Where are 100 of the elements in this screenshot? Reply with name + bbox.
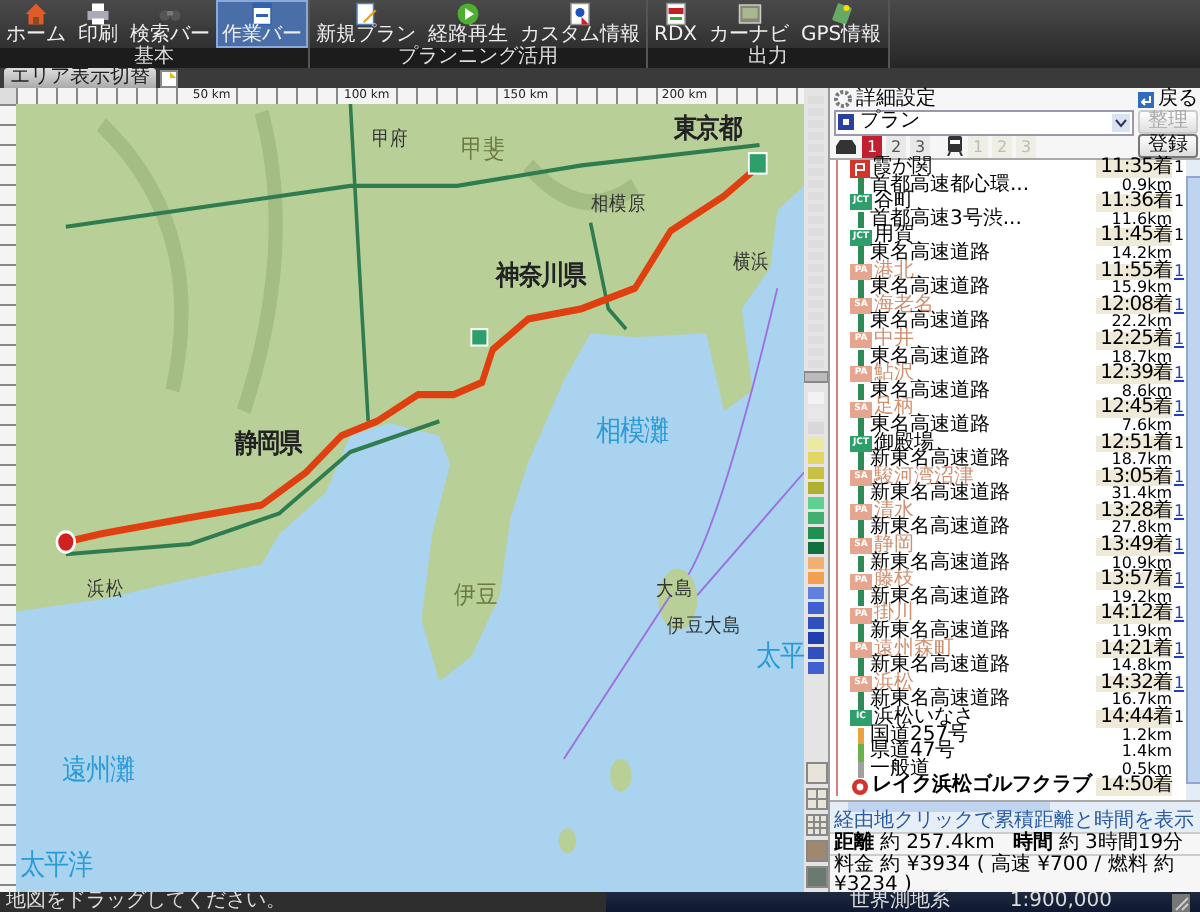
stop-link[interactable]: 1 bbox=[1172, 331, 1186, 350]
segment-distance: 19.2km bbox=[1111, 589, 1172, 606]
map-mode-icon[interactable] bbox=[805, 866, 827, 888]
stop-link[interactable]: 1 bbox=[1172, 469, 1186, 487]
stop-number: 1 bbox=[1172, 194, 1186, 212]
waypoint-name: レイク浜松ゴルフクラブ bbox=[872, 778, 1095, 796]
distance-label: 距離 bbox=[834, 834, 874, 854]
road-name: 首都高速3号渋... bbox=[870, 211, 1024, 229]
road-name: 東名高速道路 bbox=[870, 280, 992, 298]
waypoint-name: 駿河湾沼津 bbox=[874, 469, 974, 487]
geodetic-datum: 世界測地系 bbox=[849, 892, 950, 912]
arrival-time: 11:35着 bbox=[1096, 160, 1172, 178]
road-name: 新東名高速道路 bbox=[870, 692, 1012, 710]
stop-link[interactable]: 1 bbox=[1172, 366, 1186, 384]
total-distance: 約 257.4km bbox=[880, 834, 995, 854]
stop-number: 1 bbox=[1172, 228, 1186, 246]
gear-icon bbox=[834, 90, 852, 108]
arrival-time: 12:51着 bbox=[1096, 435, 1172, 453]
document-icon bbox=[564, 2, 596, 26]
stop-link[interactable]: 1 bbox=[1172, 297, 1186, 315]
map-mode-icon[interactable] bbox=[805, 840, 827, 862]
waypoint-name: 清水 bbox=[874, 503, 914, 521]
map-mode-icon[interactable] bbox=[805, 762, 827, 784]
toolbar-button[interactable]: カスタム情報 bbox=[514, 0, 646, 48]
waypoint-name: 静岡 bbox=[874, 538, 914, 556]
total-time: 約 3時間19分 bbox=[1058, 834, 1184, 854]
toolbar-group-label: プランニング活用 bbox=[310, 48, 646, 68]
waypoint-name: 御殿場 bbox=[874, 435, 934, 453]
waypoint-name: 港北 bbox=[874, 263, 914, 281]
segment-distance: 14.2km bbox=[1111, 245, 1172, 262]
route-tab[interactable]: 2 bbox=[886, 135, 906, 157]
rest-area-marker-icon bbox=[470, 328, 489, 347]
map-label: 東京都 bbox=[674, 111, 741, 144]
segment-distance: 10.9km bbox=[1111, 555, 1172, 572]
road-name: 首都高速都心環... bbox=[870, 177, 1032, 195]
toolbar-button[interactable]: ホーム bbox=[0, 0, 72, 48]
map-mode-icon[interactable] bbox=[805, 788, 827, 810]
toolbar-button[interactable]: RDX bbox=[648, 0, 703, 48]
map-label: 太平洋 bbox=[19, 850, 92, 883]
map-label: 大島 bbox=[656, 578, 694, 602]
stop-link[interactable]: 1 bbox=[1172, 675, 1186, 693]
house-icon bbox=[20, 2, 52, 26]
segment-distance: 1.4km bbox=[1119, 744, 1172, 761]
goal-marker-icon bbox=[55, 530, 77, 554]
horizontal-scrollbar[interactable] bbox=[830, 802, 1200, 812]
route-tab[interactable]: 1 bbox=[862, 135, 882, 157]
waypoint-row[interactable]: レイク浜松ゴルフクラブ 14:50着 bbox=[830, 778, 1186, 796]
arrival-time: 14:50着 bbox=[1096, 778, 1172, 796]
road-name: 東名高速道路 bbox=[870, 417, 992, 435]
toolbar-button[interactable]: 新規プラン bbox=[310, 0, 422, 48]
waypoint-name: 谷町 bbox=[874, 194, 914, 212]
arrival-time: 12:45着 bbox=[1096, 400, 1172, 418]
segment-distance: 1.2km bbox=[1119, 727, 1172, 744]
map-label: 静岡県 bbox=[234, 426, 302, 459]
goal-flag-icon bbox=[850, 778, 870, 797]
map-tab[interactable]: エリア表示切替 bbox=[4, 68, 156, 88]
map-label: 伊豆 bbox=[453, 579, 499, 610]
note-icon[interactable] bbox=[160, 69, 178, 87]
road-name: 新東名高速道路 bbox=[870, 658, 1012, 676]
status-message: 地図をドラッグしてください。 bbox=[0, 892, 606, 912]
dropdown-caret-icon bbox=[1112, 113, 1130, 131]
resize-grip-icon bbox=[1172, 893, 1190, 911]
device-icon bbox=[733, 2, 765, 26]
stop-link[interactable]: 1 bbox=[1172, 572, 1186, 590]
route-tab[interactable]: 3 bbox=[910, 135, 930, 157]
time-label: 時間 bbox=[1012, 834, 1053, 854]
map-label: 神奈川県 bbox=[496, 258, 586, 291]
register-button[interactable]: 登録 bbox=[1138, 134, 1198, 158]
stop-link[interactable]: 1 bbox=[1172, 503, 1186, 521]
toolbar-button[interactable]: 印刷 bbox=[72, 0, 124, 48]
segment-distance: 8.6km bbox=[1121, 383, 1172, 400]
stop-link[interactable]: 1 bbox=[1172, 263, 1186, 281]
stop-link[interactable]: 1 bbox=[1172, 606, 1186, 625]
map[interactable]: 甲府 甲斐 相模原 神奈川県 静岡県 東京都 横浜 相模灘 伊豆 大島 伊豆大島 浜松 遠州灘 太平洋 太平 bbox=[16, 104, 804, 892]
panel-title: 詳細設定 bbox=[856, 88, 938, 110]
map-mode-icon[interactable] bbox=[805, 814, 827, 836]
plan-icon bbox=[838, 114, 854, 130]
road-name: 新東名高速道路 bbox=[870, 555, 1012, 573]
stop-link[interactable]: 1 bbox=[1172, 641, 1186, 659]
arrival-time: 14:21着 bbox=[1096, 641, 1172, 659]
map-label: 太平 bbox=[755, 641, 804, 674]
stop-number: 1 bbox=[1172, 160, 1186, 178]
map-scale: 1:900,000 bbox=[1009, 892, 1112, 912]
stop-number: 1 bbox=[1172, 710, 1186, 728]
segment-distance: 7.6km bbox=[1121, 417, 1172, 434]
toolbar-button[interactable]: カーナビ bbox=[703, 0, 795, 48]
toolbar-button[interactable]: GPS情報 bbox=[795, 0, 888, 48]
waypoint-name: 用賀 bbox=[874, 228, 914, 246]
vertical-scrollbar[interactable] bbox=[1186, 160, 1200, 800]
play-icon bbox=[452, 2, 484, 26]
map-label: 甲府 bbox=[371, 127, 409, 152]
toolbar-button[interactable]: 検索バー bbox=[124, 0, 216, 48]
arrival-time: 14:12着 bbox=[1096, 606, 1172, 625]
plan-select[interactable]: プラン bbox=[834, 109, 1134, 135]
stop-link[interactable]: 1 bbox=[1172, 538, 1186, 556]
back-button[interactable]: 戻る bbox=[1138, 89, 1198, 109]
stop-link[interactable]: 1 bbox=[1172, 400, 1186, 418]
segment-distance: 18.7km bbox=[1111, 349, 1172, 366]
toolbar-button[interactable]: 経路再生 bbox=[422, 0, 514, 48]
toolbar-button[interactable]: 作業バー bbox=[216, 0, 308, 48]
